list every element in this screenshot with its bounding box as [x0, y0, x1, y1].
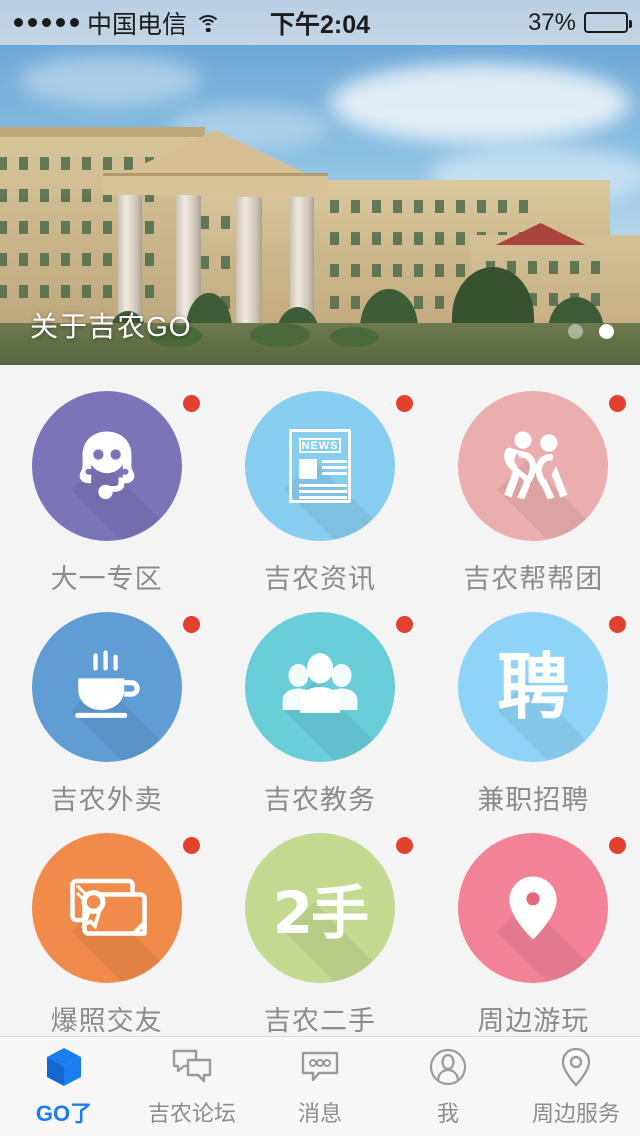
- notification-badge: [395, 837, 413, 854]
- notification-badge: [609, 837, 627, 854]
- grid-item-label: 吉农资讯: [263, 564, 376, 594]
- cube-3d-icon: [43, 1046, 85, 1088]
- grid-item-label: 吉农帮帮团: [463, 564, 604, 594]
- two-people-heart-icon[interactable]: [458, 391, 609, 541]
- grid-item-zhoubian-youwan[interactable]: 周边游玩: [427, 817, 640, 1038]
- notification-badge: [609, 395, 627, 412]
- people-heart-glyph: [504, 431, 568, 500]
- tab-label: GO了: [35, 1100, 93, 1126]
- grid-item-jinong-zixun[interactable]: NEWS 吉农资讯: [213, 375, 426, 596]
- grid-item-jianzhi-zhaopin[interactable]: 聘 兼职招聘: [427, 596, 640, 817]
- carousel-page-indicator[interactable]: [568, 324, 614, 339]
- portico-entablature: [103, 173, 328, 195]
- notification-badge: [609, 616, 627, 633]
- tab-forum[interactable]: 吉农论坛: [128, 1046, 256, 1128]
- grid-item-label: 吉农外卖: [50, 785, 163, 815]
- grid-item-label: 吉农二手: [263, 1006, 376, 1036]
- bottom-tab-bar: GO了 吉农论坛 消息 我 周边服务: [0, 1036, 640, 1136]
- notification-badge: [395, 395, 413, 412]
- newspaper-glyph: NEWS: [288, 429, 351, 503]
- tab-profile[interactable]: 我: [384, 1046, 512, 1128]
- tab-label: 吉农论坛: [147, 1100, 236, 1126]
- tab-label: 周边服务: [531, 1100, 620, 1126]
- notification-badge: [182, 837, 200, 854]
- headset-support-icon[interactable]: [31, 391, 182, 541]
- tab-label: 我: [436, 1100, 459, 1126]
- cloud: [330, 63, 630, 143]
- coffee-cup-glyph: [75, 650, 140, 718]
- person-circle-icon: [427, 1046, 469, 1088]
- grid-item-label: 兼职招聘: [477, 785, 590, 815]
- column: [236, 197, 262, 339]
- grid-item-baozhao-jiaoyou[interactable]: 爆照交友: [0, 817, 213, 1038]
- grid-item-label: 大一专区: [50, 564, 163, 594]
- speech-bubbles-icon: [171, 1046, 213, 1088]
- grid-item-label: 爆照交友: [50, 1006, 163, 1036]
- banner-carousel[interactable]: 关于吉农GO: [0, 45, 640, 365]
- grid-item-jinong-jiaowu[interactable]: 吉农教务: [213, 596, 426, 817]
- news-headline-text: NEWS: [298, 438, 341, 453]
- message-dots-icon: [299, 1046, 341, 1088]
- notification-badge: [395, 616, 413, 633]
- map-pin-glyph: [509, 876, 557, 940]
- feature-grid: 大一专区 NEWS 吉农资讯 吉农帮帮团 吉农外卖 吉农教务 聘 兼职招聘 爆照…: [0, 365, 640, 1036]
- app-root: 中国电信 下午2:04 37% 关于吉农GO 大一专区 NEWS 吉农资讯 吉农…: [0, 0, 640, 1136]
- cloud: [20, 55, 200, 105]
- group-people-icon[interactable]: [244, 612, 395, 762]
- battery-percent: 37%: [527, 8, 576, 36]
- hiring-kanji-glyph: 聘: [497, 645, 570, 729]
- grid-item-label: 吉农教务: [263, 785, 376, 815]
- map-pin-outline-icon: [555, 1046, 597, 1088]
- tab-go[interactable]: GO了: [0, 1046, 128, 1128]
- group-people-glyph: [282, 653, 358, 713]
- tab-nearby-services[interactable]: 周边服务: [512, 1046, 640, 1128]
- certificate-glyph: [69, 878, 147, 936]
- second-hand-glyph: 2手: [272, 879, 369, 947]
- battery-icon: [584, 12, 632, 33]
- headset-support-glyph: [79, 431, 134, 500]
- status-bar: 中国电信 下午2:04 37%: [0, 0, 640, 45]
- tab-label: 消息: [297, 1100, 342, 1126]
- grid-item-jinong-ershou[interactable]: 2手 吉农二手: [213, 817, 426, 1038]
- grid-item-bangbangtuan[interactable]: 吉农帮帮团: [427, 375, 640, 596]
- grid-item-dayi-zhuanqu[interactable]: 大一专区: [0, 375, 213, 596]
- map-pin-icon[interactable]: [458, 833, 609, 983]
- notification-badge: [182, 395, 200, 412]
- second-hand-icon[interactable]: 2手: [244, 833, 395, 983]
- notification-badge: [182, 616, 200, 633]
- banner-title: 关于吉农GO: [30, 311, 192, 342]
- coffee-cup-icon[interactable]: [31, 612, 182, 762]
- grid-item-label: 周边游玩: [477, 1006, 590, 1036]
- newspaper-news-icon[interactable]: NEWS: [244, 391, 395, 541]
- certificate-card-icon[interactable]: [31, 833, 182, 983]
- page-dot-active[interactable]: [599, 324, 614, 339]
- tab-messages[interactable]: 消息: [256, 1046, 384, 1128]
- grid-item-jinong-waimai[interactable]: 吉农外卖: [0, 596, 213, 817]
- hiring-kanji-icon[interactable]: 聘: [458, 612, 609, 762]
- status-bar-right: 37%: [527, 8, 632, 37]
- page-dot[interactable]: [568, 324, 583, 339]
